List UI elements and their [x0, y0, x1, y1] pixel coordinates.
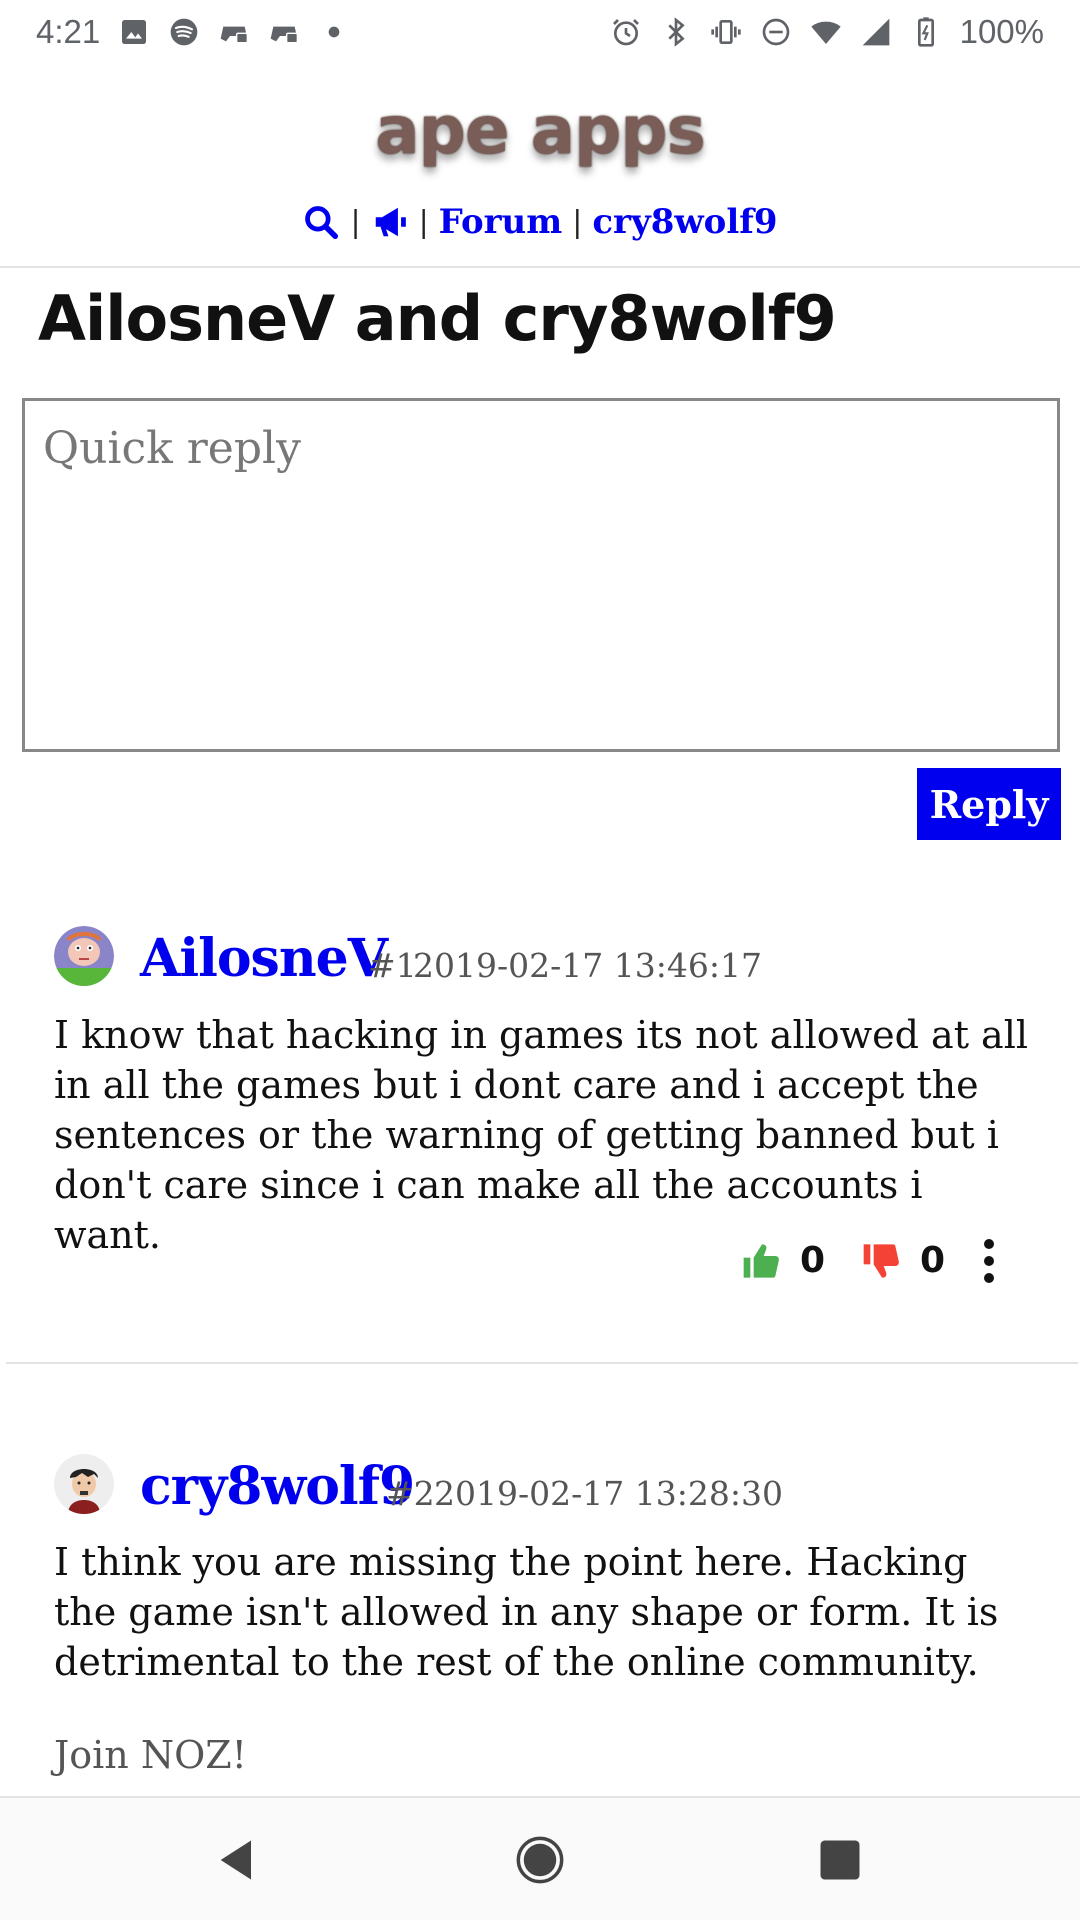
like-control[interactable]: 0 — [742, 1240, 825, 1281]
status-time: 4:21 — [36, 13, 101, 50]
post-timestamp: 2019-02-17 13:28:30 — [434, 1474, 783, 1513]
battery-percent: 100% — [959, 13, 1044, 50]
battery-charging-icon — [910, 16, 942, 48]
thumbs-up-icon[interactable] — [742, 1241, 782, 1281]
game-controller-icon — [218, 16, 250, 48]
status-bar: 4:21 100% — [0, 0, 1080, 64]
post-signature: Join NOZ! — [54, 1733, 247, 1777]
game-controller-icon — [268, 16, 300, 48]
vibrate-icon — [710, 16, 742, 48]
ape-apps-logo[interactable]: ape apps — [0, 92, 1080, 169]
status-bar-right: 100% — [610, 13, 1044, 51]
recents-icon[interactable] — [814, 1834, 866, 1886]
breadcrumb: | | Forum | cry8wolf9 — [0, 202, 1080, 242]
alarm-icon — [610, 16, 642, 48]
system-navigation-bar — [0, 1796, 1080, 1920]
nav-separator: | — [350, 204, 361, 240]
post-number[interactable]: #2 — [386, 1474, 435, 1513]
like-count: 0 — [800, 1240, 826, 1281]
header-divider — [0, 266, 1080, 268]
avatar[interactable] — [54, 926, 114, 986]
cell-signal-icon — [860, 16, 892, 48]
search-icon[interactable] — [302, 203, 340, 241]
wifi-icon — [810, 16, 842, 48]
page-title: AilosneV and cry8wolf9 — [38, 282, 837, 355]
dislike-control[interactable]: 0 — [862, 1240, 945, 1281]
post-body: I think you are missing the point here. … — [54, 1540, 999, 1684]
post-body: I know that hacking in games its not all… — [54, 1013, 1029, 1257]
nav-separator: | — [418, 204, 429, 240]
post-author[interactable]: cry8wolf9 — [140, 1456, 415, 1517]
reply-button[interactable]: Reply — [917, 768, 1061, 840]
thumbs-down-icon[interactable] — [862, 1241, 902, 1281]
image-icon — [118, 16, 150, 48]
nav-link-user[interactable]: cry8wolf9 — [592, 202, 777, 242]
post-timestamp: 2019-02-17 13:46:17 — [413, 946, 762, 985]
back-icon[interactable] — [212, 1834, 264, 1886]
more-options-icon[interactable] — [979, 1239, 999, 1283]
spotify-icon — [168, 16, 200, 48]
quick-reply-input[interactable] — [22, 398, 1060, 752]
do-not-disturb-icon — [760, 16, 792, 48]
dislike-count: 0 — [920, 1240, 946, 1281]
avatar[interactable] — [54, 1454, 114, 1514]
post-number[interactable]: #1 — [368, 946, 417, 985]
bluetooth-icon — [660, 16, 692, 48]
dot-icon — [318, 16, 350, 48]
nav-separator: | — [572, 204, 583, 240]
nav-link-forum[interactable]: Forum — [439, 202, 563, 242]
home-icon[interactable] — [514, 1834, 566, 1886]
post-author[interactable]: AilosneV — [140, 928, 388, 989]
status-bar-left: 4:21 — [36, 13, 350, 51]
post-divider — [6, 1362, 1078, 1364]
megaphone-icon[interactable] — [371, 203, 409, 241]
